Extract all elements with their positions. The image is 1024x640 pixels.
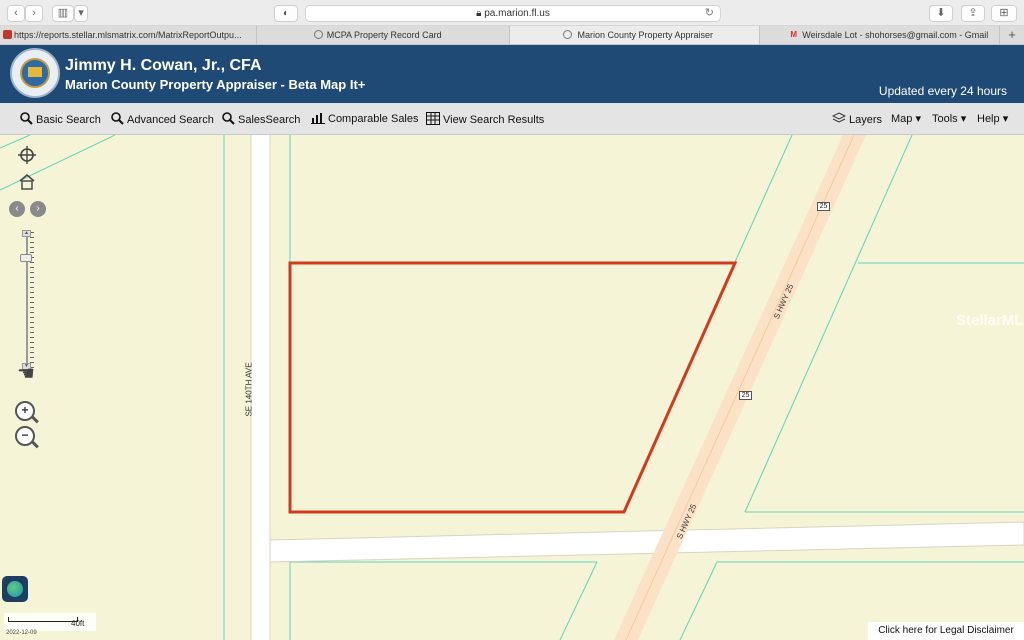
stellar-favicon-icon [3, 30, 12, 39]
comparable-sales-button[interactable]: Comparable Sales [311, 112, 419, 125]
lock-icon: 🔒︎ [476, 8, 482, 19]
watermark: StellarMLS [956, 312, 1024, 329]
county-favicon-icon [313, 30, 323, 39]
county-favicon-icon [563, 30, 573, 39]
share-icon[interactable]: ⇪ [961, 5, 985, 22]
zoom-slider-ticks [30, 232, 34, 368]
help-menu[interactable]: Help ▾ [977, 112, 1008, 125]
button-label: Comparable Sales [328, 113, 419, 125]
road-label-140th-ave: SE 140TH AVE [244, 362, 254, 417]
tab-property-appraiser[interactable]: Marion County Property Appraiser [510, 26, 761, 44]
forward-button[interactable]: › [25, 5, 43, 22]
button-label: View Search Results [443, 114, 545, 126]
legal-disclaimer-link[interactable]: Click here for Legal Disclaimer [868, 622, 1024, 640]
tab-bar: https://reports.stellar.mlsmatrix.com/Ma… [0, 26, 1024, 45]
next-extent-icon[interactable]: › [30, 201, 46, 217]
zoom-in-icon[interactable]: + [15, 401, 39, 424]
sidebar-toggle-icon[interactable]: ▥ [52, 5, 74, 22]
zoom-out-icon[interactable]: − [15, 426, 39, 449]
route-shield: 25 [739, 391, 752, 400]
tools-menu[interactable]: Tools ▾ [932, 112, 966, 125]
privacy-shield-icon[interactable]: ◐ [274, 5, 298, 22]
download-icon[interactable]: ⬇ [929, 5, 953, 22]
layers-icon [832, 112, 846, 123]
advanced-search-button[interactable]: Advanced Search [111, 112, 214, 126]
menu-label: Map [891, 113, 913, 125]
menu-label: Help [977, 113, 1000, 125]
button-label: Layers [849, 114, 883, 126]
address-bar[interactable]: 🔒︎ pa.marion.fl.us ↻ [305, 5, 721, 22]
layers-button[interactable]: Layers [832, 112, 882, 126]
screen: ‹ › ▥ ▾ ◐ 🔒︎ pa.marion.fl.us ↻ ⬇ ⇪ ⊞ htt… [0, 0, 1024, 640]
route-shield: 25 [817, 202, 830, 211]
tab-label: https://reports.stellar.mlsmatrix.com/Ma… [14, 30, 242, 40]
caret-down-icon: ▾ [1002, 113, 1009, 125]
previous-extent-icon[interactable]: ‹ [9, 201, 25, 217]
button-label: Advanced Search [127, 114, 214, 126]
scale-bar: 40ft [4, 613, 96, 631]
caret-down-icon: ▾ [960, 113, 967, 125]
map-canvas[interactable]: SE 140TH AVE S HWY 25 S HWY 25 25 25 Ste… [0, 135, 1024, 640]
site-header: Jimmy H. Cowan, Jr., CFA Marion County P… [0, 45, 1024, 103]
lot-lines [0, 135, 1024, 640]
gmail-favicon-icon: M [790, 30, 798, 39]
search-icon [20, 112, 33, 125]
new-tab-icon[interactable]: + [1000, 26, 1024, 44]
tab-record-card[interactable]: MCPA Property Record Card [257, 26, 511, 44]
zoom-slider-track[interactable] [26, 232, 28, 368]
county-seal-logo [10, 48, 60, 98]
browser-toolbar: ‹ › ▥ ▾ ◐ 🔒︎ pa.marion.fl.us ↻ ⬇ ⇪ ⊞ [0, 0, 1024, 26]
map-layer [0, 135, 1024, 640]
basemap-globe-icon[interactable] [2, 576, 28, 602]
page-subtitle: Marion County Property Appraiser - Beta … [65, 77, 366, 92]
parcel-outline[interactable] [288, 261, 738, 514]
chevron-down-icon[interactable]: ▾ [74, 5, 88, 22]
reload-icon[interactable]: ↻ [705, 6, 714, 21]
back-button[interactable]: ‹ [7, 5, 25, 22]
map-toolbar: Basic Search Advanced Search SalesSearch… [0, 103, 1024, 135]
sales-search-button[interactable]: SalesSearch [222, 112, 300, 126]
tab-label: Weirsdale Lot - shohorses@gmail.com - Gm… [802, 30, 989, 40]
view-search-results-button[interactable]: View Search Results [426, 112, 544, 126]
zoom-slider-top-icon[interactable]: ▲ [22, 230, 31, 237]
imagery-date: 2022-12-09 [6, 630, 37, 636]
table-grid-icon [426, 112, 440, 125]
update-notice: Updated every 24 hours [878, 84, 1007, 98]
button-label: SalesSearch [238, 114, 301, 126]
roads [250, 135, 1024, 640]
menu-label: Tools [932, 113, 958, 125]
tab-overview-icon[interactable]: ⊞ [991, 5, 1017, 22]
tab-label: Marion County Property Appraiser [577, 30, 714, 40]
basic-search-button[interactable]: Basic Search [20, 112, 101, 126]
caret-down-icon: ▾ [915, 113, 921, 125]
tab-mlsmatrix[interactable]: https://reports.stellar.mlsmatrix.com/Ma… [0, 26, 257, 44]
tab-label: MCPA Property Record Card [326, 30, 442, 40]
tab-gmail[interactable]: M Weirsdale Lot - shohorses@gmail.com - … [760, 26, 1001, 44]
map-menu[interactable]: Map ▾ [891, 112, 921, 125]
search-icon [222, 112, 235, 125]
url-text: pa.marion.fl.us [484, 8, 550, 19]
page-title: Jimmy H. Cowan, Jr., CFA [65, 57, 262, 74]
zoom-slider-thumb[interactable] [20, 254, 32, 262]
bar-chart-icon [311, 113, 325, 124]
search-icon [111, 112, 124, 125]
button-label: Basic Search [36, 114, 101, 126]
pan-hand-icon[interactable]: ☚ [14, 364, 38, 384]
scale-label: 40ft [71, 619, 85, 628]
